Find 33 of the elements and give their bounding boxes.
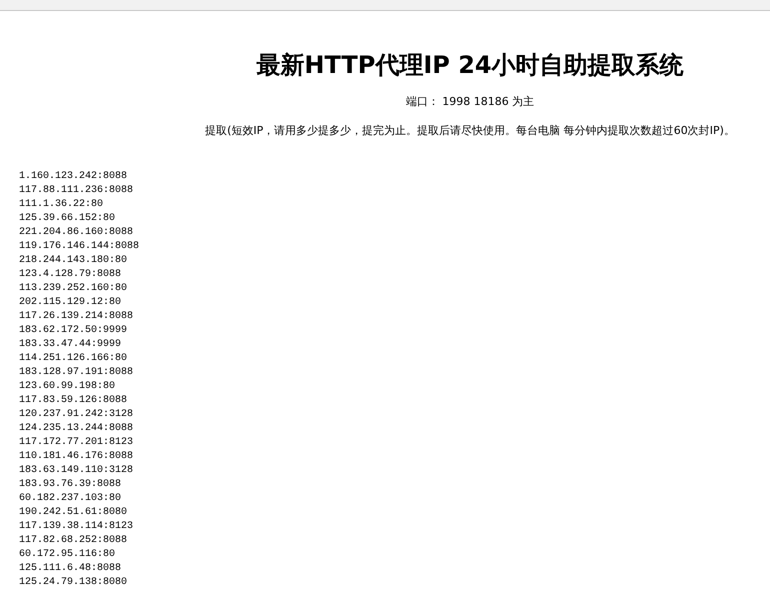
notice-text: 提取(短效IP，请用多少提多少，提完为止。提取后请尽快使用。每台电脑 每分钟内提取次数超过60次封IP)。 (204, 124, 736, 138)
proxy-address: 124.235.13.244:8088 (19, 422, 134, 436)
proxy-address: 113.239.252.160:80 (19, 282, 128, 296)
proxy-address: 125.39.66.152:80 (19, 212, 116, 226)
proxy-address: 60.172.95.116:80 (19, 548, 116, 562)
proxy-address: 119.176.146.144:8088 (19, 240, 140, 254)
proxy-address: 123.60.99.198:80 (19, 380, 116, 394)
proxy-address: 125.111.6.48:8088 (19, 562, 122, 576)
proxy-address: 117.172.77.201:8123 (19, 436, 134, 450)
proxy-address: 117.88.111.236:8088 (19, 184, 134, 198)
proxy-address: 117.139.38.114:8123 (19, 520, 134, 534)
proxy-address: 114.251.126.166:80 (19, 352, 128, 366)
proxy-address: 221.204.86.160:8088 (19, 226, 134, 240)
proxy-address: 183.128.97.191:8088 (19, 366, 134, 380)
proxy-address: 123.4.128.79:8088 (19, 268, 122, 282)
proxy-address: 117.83.59.126:8088 (19, 394, 128, 408)
proxy-address: 117.82.68.252:8088 (19, 534, 128, 548)
proxy-address: 190.242.51.61:8080 (19, 506, 128, 520)
proxy-address: 125.24.79.138:8080 (19, 576, 128, 590)
proxy-address: 117.26.139.214:8088 (19, 310, 134, 324)
proxy-address: 202.115.129.12:80 (19, 296, 122, 310)
proxy-address: 218.244.143.180:80 (19, 254, 128, 268)
proxy-address: 1.160.123.242:8088 (19, 170, 128, 184)
proxy-address: 183.63.149.110:3128 (19, 464, 134, 478)
port-note: 端口： 1998 18186 为主 (404, 95, 536, 109)
proxy-address: 120.237.91.242:3128 (19, 408, 134, 422)
proxy-address: 183.62.172.50:9999 (19, 324, 128, 338)
proxy-address: 60.182.237.103:80 (19, 492, 122, 506)
proxy-address: 183.33.47.44:9999 (19, 338, 122, 352)
proxy-address: 183.93.76.39:8088 (19, 478, 122, 492)
proxy-address: 110.181.46.176:8088 (19, 450, 134, 464)
proxy-address: 111.1.36.22:80 (19, 198, 104, 212)
page-title: 最新HTTP代理IP 24小时自助提取系统 (255, 50, 685, 81)
